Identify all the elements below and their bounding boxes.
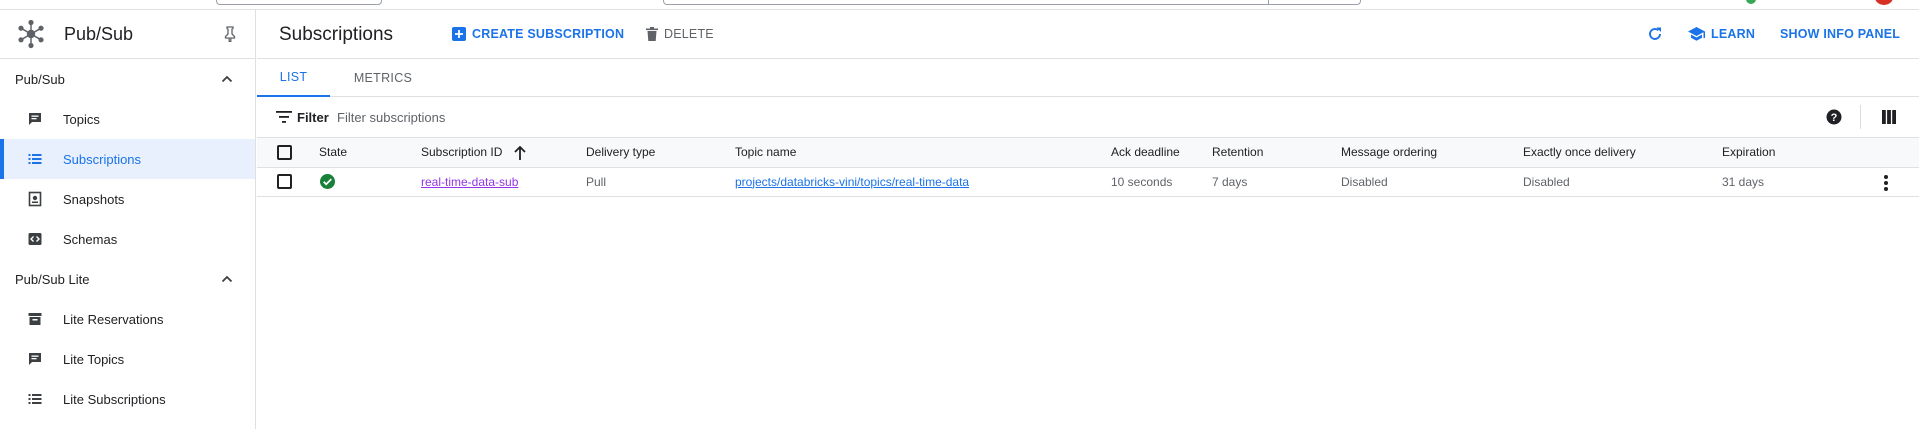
sidebar-item-schemas[interactable]: Schemas xyxy=(0,219,255,259)
sidebar-item-label: Lite Topics xyxy=(63,351,125,367)
sidebar-item-label: Snapshots xyxy=(63,191,125,207)
sidebar-section-pubsub-lite[interactable]: Pub/Sub Lite xyxy=(0,259,255,299)
avatar[interactable] xyxy=(1875,0,1893,5)
column-header-state[interactable]: State xyxy=(319,138,421,168)
snapshot-icon xyxy=(28,191,42,207)
sidebar-item-label: Lite Reservations xyxy=(63,311,164,327)
expiration-cell: 31 days xyxy=(1722,167,1919,197)
column-header-topic-name[interactable]: Topic name xyxy=(735,138,1111,168)
tab-list[interactable]: LIST xyxy=(257,59,330,97)
select-all-cell xyxy=(257,138,319,168)
select-all-checkbox[interactable] xyxy=(277,144,292,160)
project-selector[interactable] xyxy=(216,0,382,5)
column-header-retention[interactable]: Retention xyxy=(1212,138,1341,168)
chevron-up-icon xyxy=(221,75,233,83)
more-vert-icon[interactable] xyxy=(1883,174,1889,192)
top-header-strip xyxy=(0,0,1919,10)
product-header: Pub/Sub xyxy=(0,10,255,59)
sidebar: Pub/Sub Pub/Sub Topics Subscriptions Sna… xyxy=(0,10,256,429)
state-cell xyxy=(319,167,421,197)
chevron-up-icon xyxy=(221,275,233,283)
sidebar-item-label: Topics xyxy=(63,111,100,127)
filter-bar: Filter ? xyxy=(257,97,1919,138)
filter-input[interactable] xyxy=(337,105,937,129)
filter-label: Filter xyxy=(297,110,329,125)
learn-label: LEARN xyxy=(1711,27,1756,41)
toolbar-divider xyxy=(1860,105,1861,129)
message-icon xyxy=(29,353,41,365)
sidebar-section-pubsub[interactable]: Pub/Sub xyxy=(0,59,255,99)
delivery-type-cell: Pull xyxy=(586,167,735,197)
tab-label: METRICS xyxy=(353,71,413,85)
show-info-panel-button[interactable]: SHOW INFO PANEL xyxy=(1780,27,1900,41)
sidebar-item-label: Schemas xyxy=(63,231,118,247)
topic-name-cell: projects/databricks-vini/topics/real-tim… xyxy=(735,167,1111,197)
delete-label: DELETE xyxy=(664,27,714,41)
sidebar-item-lite-reservations[interactable]: Lite Reservations xyxy=(0,299,255,339)
exactly-once-delivery-cell: Disabled xyxy=(1523,167,1722,197)
sidebar-item-lite-subscriptions[interactable]: Lite Subscriptions xyxy=(0,379,255,419)
create-subscription-button[interactable]: CREATE SUBSCRIPTION xyxy=(452,27,624,41)
retention-cell: 7 days xyxy=(1212,167,1341,197)
subscription-id-link[interactable]: real-time-data-sub xyxy=(421,175,518,189)
table-header-row: State Subscription ID Delivery type Topi… xyxy=(257,138,1919,168)
subscriptions-table: State Subscription ID Delivery type Topi… xyxy=(257,138,1919,197)
main-content: Subscriptions CREATE SUBSCRIPTION DELETE… xyxy=(257,10,1919,429)
sidebar-item-label: Subscriptions xyxy=(63,151,142,167)
school-icon xyxy=(1688,27,1705,41)
subscription-id-cell: real-time-data-sub xyxy=(421,167,586,197)
section-label: Pub/Sub Lite xyxy=(15,271,90,287)
column-header-delivery-type[interactable]: Delivery type xyxy=(586,138,735,168)
sort-ascending-icon xyxy=(514,145,526,160)
row-checkbox[interactable] xyxy=(277,174,292,190)
delete-button[interactable]: DELETE xyxy=(646,27,714,41)
message-ordering-cell: Disabled xyxy=(1341,167,1523,197)
refresh-icon[interactable] xyxy=(1647,26,1663,42)
show-info-panel-label: SHOW INFO PANEL xyxy=(1780,27,1901,41)
page-title: Subscriptions xyxy=(279,24,394,45)
column-header-subscription-id[interactable]: Subscription ID xyxy=(421,138,586,168)
message-icon xyxy=(29,113,41,125)
learn-button[interactable]: LEARN xyxy=(1688,27,1755,41)
check-circle-icon xyxy=(320,174,335,190)
sidebar-item-topics[interactable]: Topics xyxy=(0,99,255,139)
global-search-bar[interactable] xyxy=(663,0,1361,5)
code-icon xyxy=(28,233,42,245)
sidebar-item-subscriptions[interactable]: Subscriptions xyxy=(0,139,255,179)
tab-metrics[interactable]: METRICS xyxy=(330,59,436,97)
column-header-ack-deadline[interactable]: Ack deadline xyxy=(1111,138,1212,168)
add-box-icon xyxy=(452,27,466,41)
list-icon xyxy=(28,154,42,164)
row-select-cell xyxy=(257,167,319,197)
column-header-exactly-once-delivery[interactable]: Exactly once delivery xyxy=(1523,138,1722,168)
pubsub-logo-icon xyxy=(18,19,44,49)
svg-text:?: ? xyxy=(1831,112,1838,124)
column-header-message-ordering[interactable]: Message ordering xyxy=(1341,138,1523,168)
sidebar-item-snapshots[interactable]: Snapshots xyxy=(0,179,255,219)
column-header-label: Subscription ID xyxy=(421,144,503,159)
pin-icon[interactable] xyxy=(223,26,237,42)
create-subscription-label: CREATE SUBSCRIPTION xyxy=(472,27,625,41)
trash-icon xyxy=(646,27,658,41)
product-name: Pub/Sub xyxy=(64,23,134,44)
search-divider xyxy=(1268,0,1269,4)
section-label: Pub/Sub xyxy=(15,71,65,87)
list-icon xyxy=(28,394,42,404)
topic-name-link[interactable]: projects/databricks-vini/topics/real-tim… xyxy=(735,175,969,189)
sidebar-item-lite-topics[interactable]: Lite Topics xyxy=(0,339,255,379)
column-header-expiration[interactable]: Expiration xyxy=(1722,138,1919,168)
reservation-icon xyxy=(28,313,42,325)
tab-bar: LIST METRICS xyxy=(257,59,1919,97)
status-indicator-icon xyxy=(1746,0,1756,4)
help-icon[interactable]: ? xyxy=(1826,109,1842,125)
expiration-value: 31 days xyxy=(1722,174,1765,189)
table-row: real-time-data-sub Pull projects/databri… xyxy=(257,167,1919,197)
column-display-icon[interactable] xyxy=(1882,110,1896,124)
page-header: Subscriptions CREATE SUBSCRIPTION DELETE… xyxy=(257,10,1919,59)
filter-icon xyxy=(276,111,292,123)
tab-label: LIST xyxy=(279,70,308,84)
sidebar-item-label: Lite Subscriptions xyxy=(63,391,166,407)
ack-deadline-cell: 10 seconds xyxy=(1111,167,1212,197)
